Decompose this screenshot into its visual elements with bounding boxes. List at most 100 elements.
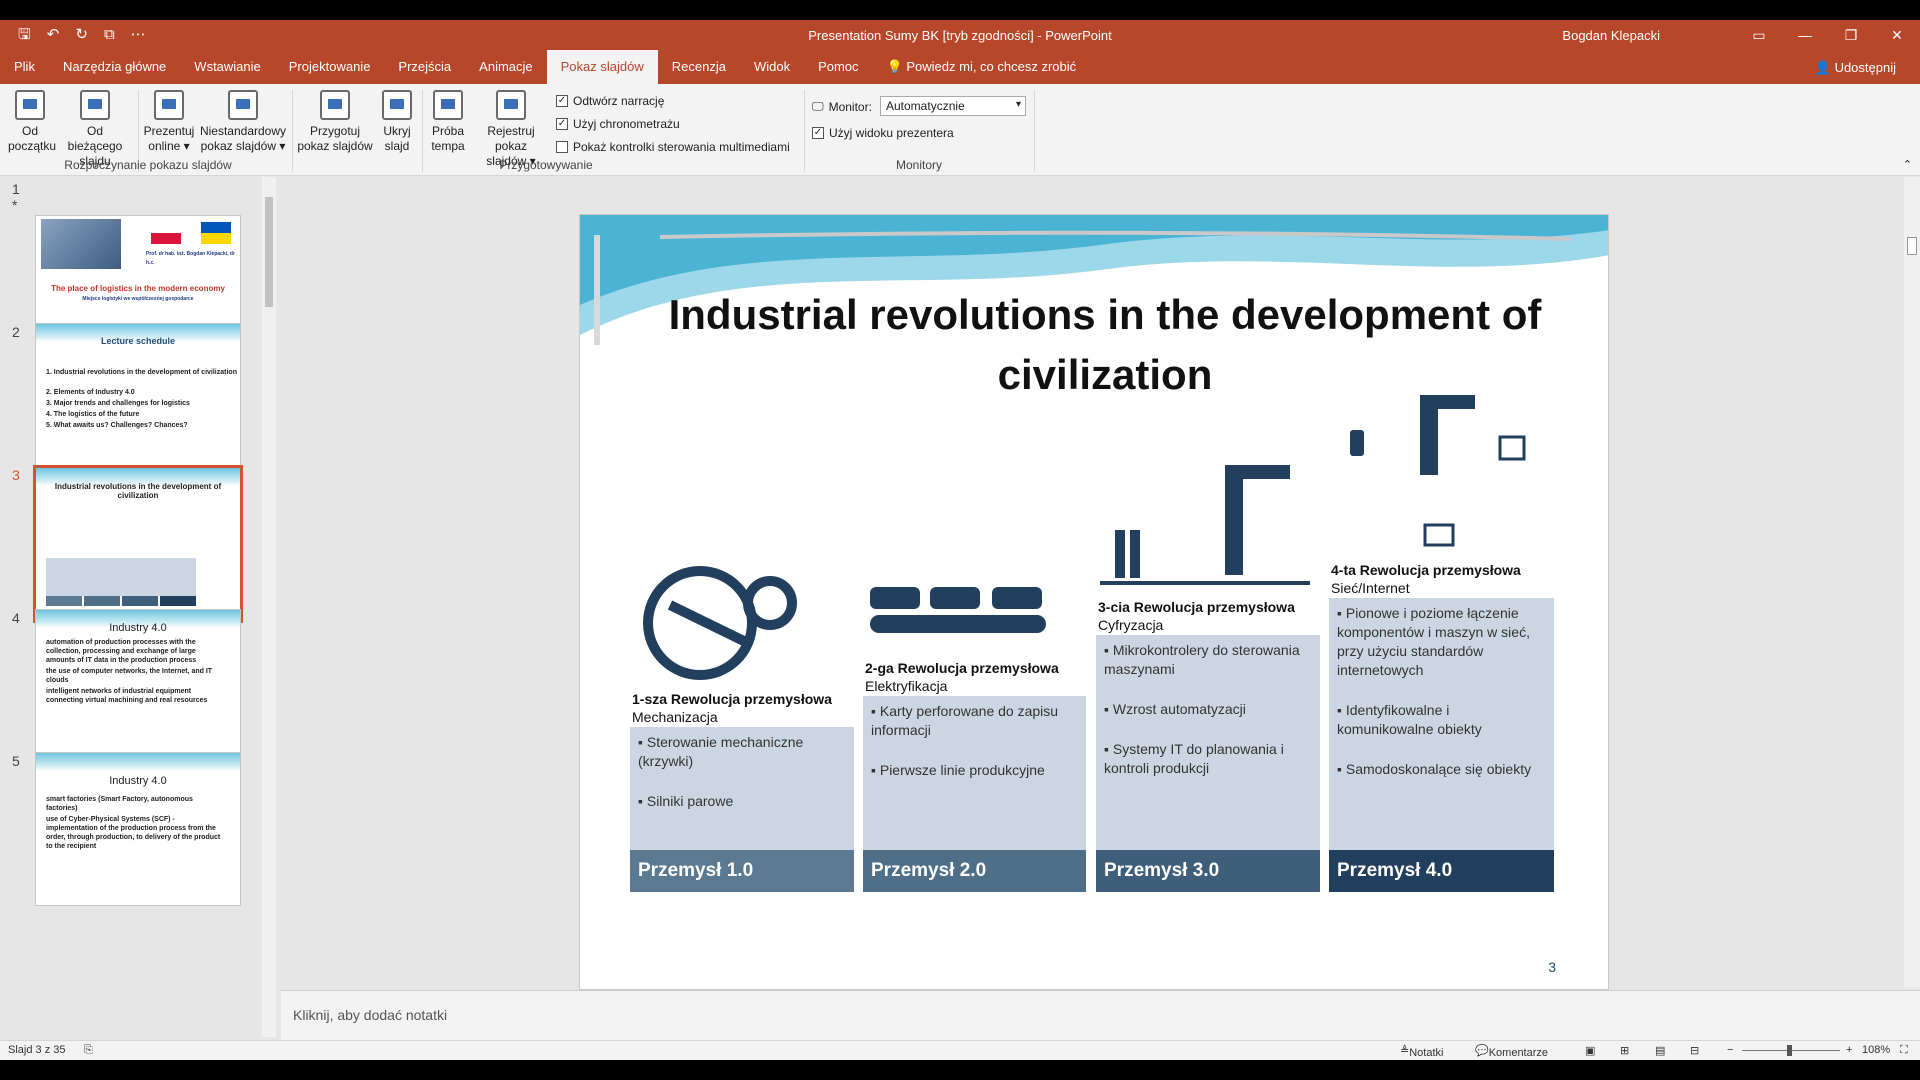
- list-item: ▪ Identyfikowalne i komunikowalne obiekt…: [1337, 702, 1482, 737]
- hide-slide-button[interactable]: Ukryj slajd: [378, 90, 416, 154]
- slide-editor: Industrial revolutions in the developmen…: [281, 177, 1920, 990]
- list-item: ▪ Karty perforowane do zapisu informacji: [871, 703, 1059, 738]
- tab-view[interactable]: Widok: [740, 50, 804, 84]
- restore-icon[interactable]: ❐: [1828, 20, 1874, 50]
- user-name[interactable]: Bogdan Klepacki: [1562, 28, 1660, 43]
- ribbon-slide-show: Od początku Od bieżącego slajdu Prezentuj o…: [0, 84, 1920, 176]
- normal-view-icon[interactable]: ▣: [1585, 1044, 1595, 1057]
- tab-slide-show[interactable]: Pokaz slajdów: [546, 50, 658, 84]
- custom-slide-show-button[interactable]: Niestandardowy pokaz slajdów ▾: [198, 90, 288, 154]
- collapse-ribbon-icon[interactable]: ⌃: [1903, 158, 1912, 171]
- slide-number: 3: [12, 467, 20, 483]
- cars-conveyor-icon: [870, 587, 1046, 633]
- ukraine-flag-icon: [201, 222, 231, 244]
- slide-sorter-icon[interactable]: ⊞: [1620, 1044, 1629, 1057]
- show-media-controls-checkbox[interactable]: Pokaż kontrolki sterowania multimediami: [556, 140, 790, 154]
- reading-view-icon[interactable]: ▤: [1655, 1044, 1665, 1057]
- tab-design[interactable]: Projektowanie: [275, 50, 385, 84]
- tab-help[interactable]: Pomoc: [804, 50, 872, 84]
- list-item: ▪ Pierwsze linie produkcyjne: [871, 762, 1045, 778]
- status-bar: Slajd 3 z 35 ⎘ ≜ Notatki 💬 Komentarze ▣ …: [0, 1040, 1920, 1060]
- share-button[interactable]: 👤 Udostępnij: [1815, 60, 1896, 76]
- revolution-4-subtitle: Sieć/Internet: [1331, 580, 1410, 596]
- tab-home[interactable]: Narzędzia główne: [49, 50, 180, 84]
- spelling-icon[interactable]: ⎘: [84, 1044, 93, 1057]
- slide-thumbnail-2[interactable]: Lecture schedule 1. Industrial revolutio…: [35, 323, 241, 477]
- tab-review[interactable]: Recenzja: [658, 50, 740, 84]
- revolution-3-footer: Przemysł 3.0: [1096, 850, 1320, 892]
- revolution-2-subtitle: Elektryfikacja: [865, 678, 948, 694]
- comments-toggle[interactable]: 💬 Komentarze: [1475, 1044, 1548, 1059]
- tell-me-search[interactable]: 💡 Powiedz mi, co chcesz zrobić: [873, 50, 1091, 84]
- revolution-2-heading: 2-ga Rewolucja przemysłowa: [865, 660, 1059, 676]
- presenter-view-checkbox[interactable]: ✓ Użyj widoku prezentera: [812, 126, 954, 140]
- revolution-1-footer: Przemysł 1.0: [630, 850, 854, 892]
- slide-number: 2: [12, 324, 20, 340]
- revolution-4-heading: 4-ta Rewolucja przemysłowa: [1331, 562, 1521, 578]
- thumbnail-scrollbar[interactable]: [262, 177, 276, 1037]
- list-item: ▪ Mikrokontrolery do sterowania maszynam…: [1104, 642, 1300, 677]
- slideshow-view-icon[interactable]: ⊟: [1690, 1044, 1699, 1057]
- revolution-1-body: ▪ Sterowanie mechaniczne (krzywki) ▪ Sil…: [630, 727, 854, 850]
- notes-toggle[interactable]: ≜ Notatki: [1400, 1044, 1443, 1059]
- zoom-in-icon[interactable]: +: [1846, 1044, 1852, 1056]
- zoom-out-icon[interactable]: −: [1727, 1044, 1733, 1056]
- close-icon[interactable]: ✕: [1874, 20, 1920, 50]
- globe-icon: [154, 90, 184, 120]
- set-up-slide-show-button[interactable]: Przygotuj pokaz slajdów: [296, 90, 374, 154]
- ribbon-display-icon[interactable]: ▭: [1736, 20, 1782, 50]
- revolution-3-body: ▪ Mikrokontrolery do sterowania maszynam…: [1096, 635, 1320, 850]
- revolution-1-subtitle: Mechanizacja: [632, 709, 718, 725]
- airplane-ship-image: [41, 219, 121, 269]
- notes-pane[interactable]: Kliknij, aby dodać notatki: [281, 990, 1920, 1046]
- list-item: ▪ Silniki parowe: [638, 793, 734, 809]
- zoom-slider-thumb[interactable]: [1787, 1045, 1792, 1056]
- group-label-monitors: Monitory: [895, 158, 942, 172]
- stopwatch-icon: [433, 90, 463, 120]
- lightbulb-icon: 💡: [886, 59, 903, 74]
- slide-thumbnail-pane: 1 * Prof. dr hab. inż. Bogdan Klepacki, …: [0, 177, 280, 1037]
- steering-wheel-icon: [643, 566, 797, 680]
- tab-insert[interactable]: Wstawianie: [180, 50, 274, 84]
- slide-count[interactable]: Slajd 3 z 35: [8, 1044, 65, 1056]
- slide-page-number: 3: [1548, 959, 1556, 975]
- setup-icon: [320, 90, 350, 120]
- factory-robot-arm-icon: [1100, 465, 1310, 585]
- list-item: ▪ Pionowe i poziome łączenie komponentów…: [1337, 605, 1530, 678]
- revolution-4-body: ▪ Pionowe i poziome łączenie komponentów…: [1329, 598, 1554, 850]
- revolution-3-heading: 3-cia Rewolucja przemysłowa: [1098, 599, 1295, 615]
- revolution-2-body: ▪ Karty perforowane do zapisu informacji…: [863, 696, 1086, 850]
- rehearse-timings-button[interactable]: Próba tempa: [426, 90, 470, 154]
- monitor-dropdown[interactable]: Automatycznie: [880, 96, 1026, 116]
- slide-thumbnail-4[interactable]: Industry 4.0 automation of production pr…: [35, 609, 241, 763]
- ribbon-tabs: Plik Narzędzia główne Wstawianie Projekt…: [0, 50, 1920, 84]
- list-item: ▪ Sterowanie mechaniczne (krzywki): [638, 734, 804, 769]
- fit-to-window-icon[interactable]: ⛶: [1900, 1044, 1908, 1057]
- slide-thumbnail-3[interactable]: Industrial revolutions in the developmen…: [33, 465, 243, 623]
- from-beginning-button[interactable]: Od początku: [8, 90, 56, 154]
- tab-animations[interactable]: Animacje: [465, 50, 546, 84]
- tab-file[interactable]: Plik: [0, 50, 49, 84]
- revolution-2-footer: Przemysł 2.0: [863, 850, 1086, 892]
- present-online-button[interactable]: Prezentuj online ▾: [143, 90, 195, 154]
- play-narrations-checkbox[interactable]: ✓ Odtwórz narrację: [556, 94, 664, 108]
- tab-transitions[interactable]: Przejścia: [384, 50, 465, 84]
- minimize-icon[interactable]: —: [1782, 20, 1828, 50]
- revolution-4-footer: Przemysł 4.0: [1329, 850, 1554, 892]
- poland-flag-icon: [151, 222, 181, 244]
- list-item: ▪ Systemy IT do planowania i kontroli pr…: [1104, 741, 1284, 776]
- slide-number: 1: [12, 181, 20, 197]
- revolution-3-subtitle: Cyfryzacja: [1098, 617, 1164, 633]
- window-controls: ▭ — ❐ ✕: [1736, 20, 1920, 50]
- zoom-level[interactable]: 108%: [1862, 1044, 1890, 1056]
- list-item: ▪ Samodoskonalące się obiekty: [1337, 761, 1532, 777]
- editor-scrollbar[interactable]: [1904, 177, 1920, 987]
- current-slide[interactable]: Industrial revolutions in the developmen…: [579, 214, 1609, 990]
- slide-number: 5: [12, 753, 20, 769]
- powerpoint-window: 🖫 ↶ ↻ ⧉ ⋯ Presentation Sumy BK [tryb zgo…: [0, 20, 1920, 1060]
- use-timings-checkbox[interactable]: ✓ Użyj chronometrażu: [556, 117, 680, 131]
- slide-thumbnail-5[interactable]: Industry 4.0 smart factories (Smart Fact…: [35, 752, 241, 906]
- slide-number: 4: [12, 610, 20, 626]
- monitor-label: 🖵 Monitor:: [812, 99, 872, 114]
- record-icon: [496, 90, 526, 120]
